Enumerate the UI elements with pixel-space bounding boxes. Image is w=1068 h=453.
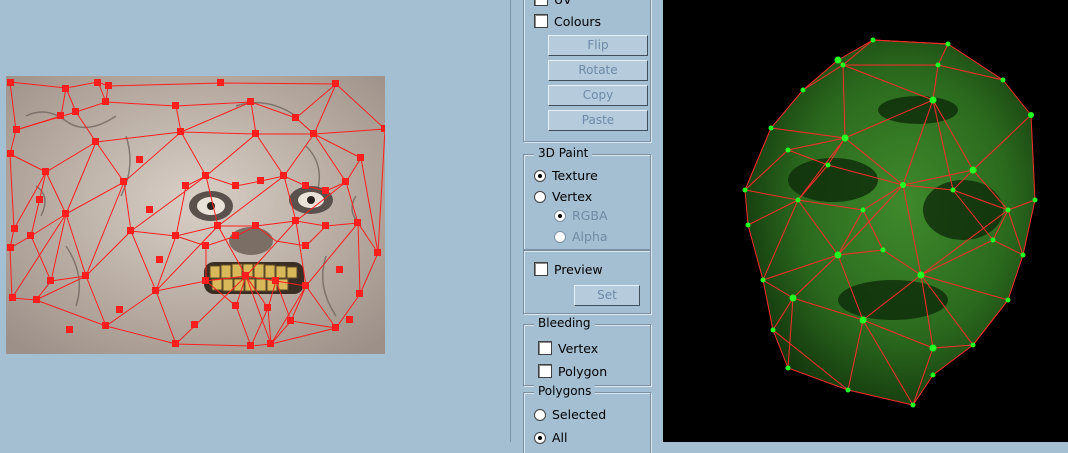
texture-radio-row[interactable]: Texture: [534, 167, 598, 185]
uv-label: UV: [554, 0, 572, 7]
bleeding-polygon-row[interactable]: Polygon: [538, 363, 607, 381]
bleeding-polygon-checkbox[interactable]: [538, 364, 552, 378]
bleeding-vertex-checkbox[interactable]: [538, 341, 552, 355]
uv-actions-group: UV Colours Flip Rotate Copy Paste: [523, 0, 651, 142]
uv-editor-view[interactable]: [0, 0, 510, 442]
texture-radio[interactable]: [534, 170, 546, 182]
vertex-label: Vertex: [552, 189, 593, 204]
selected-radio-row[interactable]: Selected: [534, 406, 606, 424]
bleeding-vertex-row[interactable]: Vertex: [538, 340, 598, 358]
texture-label: Texture: [552, 168, 598, 183]
rotate-button[interactable]: Rotate: [548, 60, 648, 81]
all-radio[interactable]: [534, 432, 546, 444]
alpha-radio-row[interactable]: Alpha: [554, 228, 608, 246]
control-panel: UV Colours Flip Rotate Copy Paste 3D Pai…: [510, 0, 663, 453]
uv-checkbox[interactable]: [534, 0, 548, 6]
bleeding-vertex-label: Vertex: [558, 341, 599, 356]
polygons-group: Polygons Selected All: [523, 384, 651, 453]
3d-head-mesh[interactable]: [663, 0, 1068, 442]
rgba-label: RGBA: [572, 208, 608, 223]
set-button[interactable]: Set: [574, 285, 640, 306]
selected-label: Selected: [552, 407, 607, 422]
bleeding-group: Bleeding Vertex Polygon: [523, 316, 651, 386]
alpha-label: Alpha: [572, 229, 608, 244]
flip-button[interactable]: Flip: [548, 35, 648, 56]
colours-checkbox[interactable]: [534, 14, 548, 28]
selected-radio[interactable]: [534, 409, 546, 421]
copy-button[interactable]: Copy: [548, 85, 648, 106]
vertex-radio-row[interactable]: Vertex: [534, 188, 592, 206]
bleeding-polygon-label: Polygon: [558, 364, 608, 379]
uv-mesh-svg[interactable]: [6, 76, 385, 354]
colours-label: Colours: [554, 14, 602, 29]
nose: [229, 227, 273, 255]
polygons-title: Polygons: [534, 384, 596, 398]
preview-checkbox-row[interactable]: Preview: [534, 261, 603, 279]
all-label: All: [552, 430, 568, 445]
paint-3d-group: 3D Paint Texture Vertex RGBA Alpha: [523, 146, 651, 250]
vertex-radio[interactable]: [534, 191, 546, 203]
uv-checkbox-row[interactable]: UV: [534, 0, 572, 9]
preview-group: Preview Set: [523, 250, 651, 314]
alpha-radio[interactable]: [554, 231, 566, 243]
texture-uv-canvas[interactable]: [6, 76, 385, 354]
preview-checkbox[interactable]: [534, 262, 548, 276]
rgba-radio[interactable]: [554, 210, 566, 222]
3d-preview-viewport[interactable]: [663, 0, 1068, 442]
preview-label: Preview: [554, 262, 603, 277]
all-radio-row[interactable]: All: [534, 429, 568, 447]
rgba-radio-row[interactable]: RGBA: [554, 207, 608, 225]
colours-checkbox-row[interactable]: Colours: [534, 13, 601, 31]
paint-3d-title: 3D Paint: [534, 146, 593, 160]
bleeding-title: Bleeding: [534, 316, 595, 330]
paste-button[interactable]: Paste: [548, 110, 648, 131]
